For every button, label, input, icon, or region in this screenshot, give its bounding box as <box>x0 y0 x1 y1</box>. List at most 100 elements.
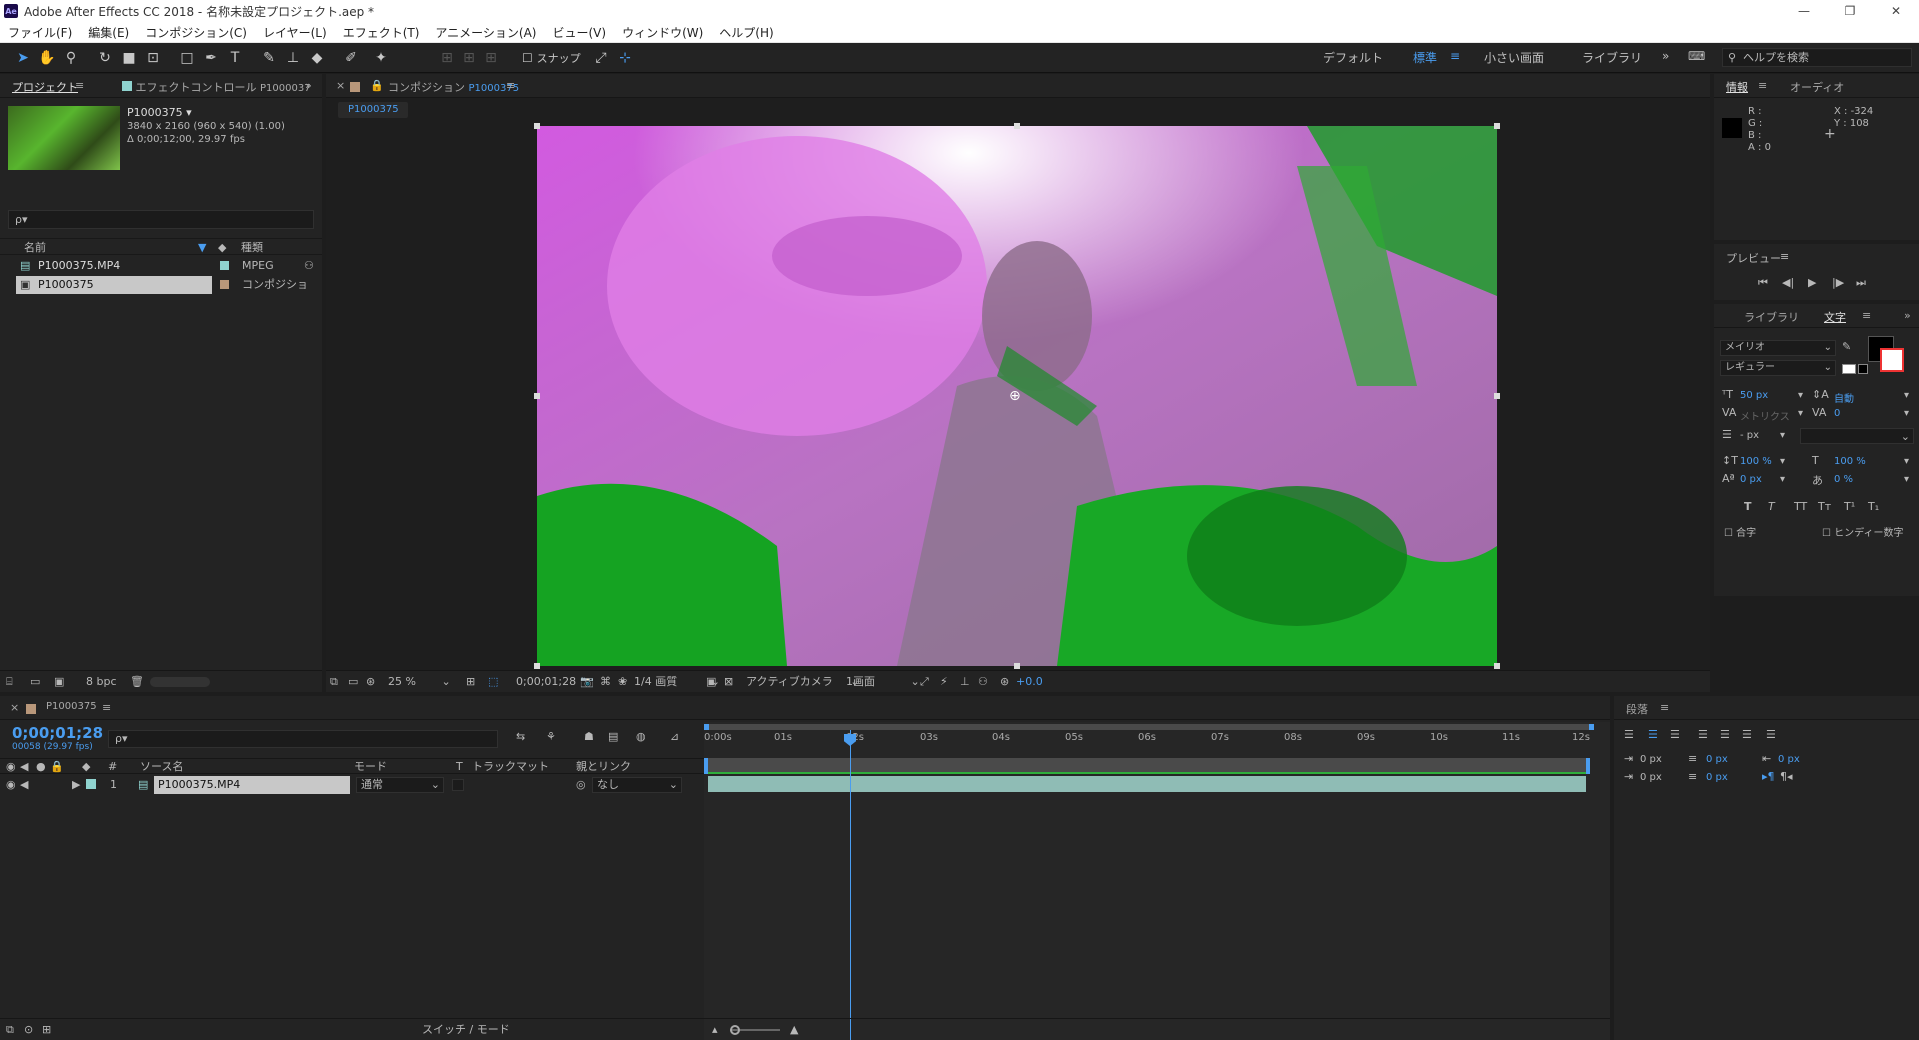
timeline-search-input[interactable]: ρ▾ <box>108 730 498 748</box>
more-workspaces-icon[interactable]: » <box>1662 49 1669 63</box>
font-size-value[interactable]: 50 px <box>1740 390 1768 401</box>
label-column-icon[interactable]: ◆ <box>82 758 90 775</box>
space-after-value[interactable]: 0 px <box>1706 772 1728 783</box>
toggle-pixel-aspect-icon[interactable]: ⤢ <box>920 673 929 690</box>
eyedropper-icon[interactable]: ✎ <box>1842 340 1851 353</box>
view-layout-dropdown[interactable]: 1画面 ⌄ <box>846 673 920 690</box>
indent-right-value[interactable]: 0 px <box>1778 754 1800 765</box>
comp-navigator-tab[interactable]: P1000375 <box>338 102 408 118</box>
column-parent[interactable]: 親とリンク <box>576 758 631 775</box>
current-time-display[interactable]: 0;00;01;28 <box>516 673 576 690</box>
eye-icon[interactable]: ◉ <box>6 776 16 793</box>
snap-grid-icon[interactable]: ⊹ <box>616 50 634 66</box>
superscript-button[interactable]: T¹ <box>1844 500 1855 513</box>
set-white-swatch[interactable] <box>1842 364 1856 374</box>
workspace-default[interactable]: デフォルト <box>1323 49 1383 66</box>
brush-tool-icon[interactable]: ✎ <box>260 50 278 66</box>
eye-icon[interactable]: ◉ <box>6 758 16 775</box>
minimize-button[interactable]: — <box>1781 0 1827 22</box>
chevron-down-icon[interactable]: ▾ <box>1780 474 1785 485</box>
menu-file[interactable]: ファイル(F) <box>0 24 80 41</box>
channels-icon[interactable]: ❀ <box>618 673 627 690</box>
interpret-footage-icon[interactable]: ⌸ <box>6 673 13 690</box>
horizontal-scale-value[interactable]: 100 % <box>1834 456 1866 467</box>
justify-all-icon[interactable]: ☰ <box>1766 728 1776 741</box>
draft-3d-icon[interactable]: ⚘ <box>546 730 556 743</box>
stroke-color-swatch[interactable] <box>1880 348 1904 372</box>
time-ruler[interactable]: 0:00s 01s 02s 03s 04s 05s 06s 07s 08s 09… <box>704 732 1594 752</box>
faux-italic-button[interactable]: T <box>1768 500 1775 513</box>
project-row[interactable]: ▣ P1000375 コンポジショ <box>0 276 322 294</box>
parent-dropdown[interactable]: なし ⌄ <box>592 777 682 793</box>
transform-handle[interactable] <box>534 123 540 129</box>
zoom-slider-thumb[interactable] <box>730 1025 740 1035</box>
panel-menu-icon[interactable]: ≡ <box>1660 701 1669 714</box>
workspace-library[interactable]: ライブラリ <box>1582 49 1642 66</box>
indent-left-value[interactable]: 0 px <box>1640 754 1662 765</box>
preserve-transparency-checkbox[interactable] <box>452 779 464 791</box>
hindi-digits-checkbox[interactable]: ☐ ヒンディー数字 <box>1822 524 1903 539</box>
menu-view[interactable]: ビュー(V) <box>544 24 614 41</box>
tab-composition[interactable]: コンポジション P1000375 <box>388 79 519 95</box>
anchor-point-icon[interactable]: ⊕ <box>1009 388 1021 404</box>
transparency-grid-icon[interactable]: ⊠ <box>724 673 733 690</box>
stroke-type-dropdown[interactable]: ⌄ <box>1800 428 1914 444</box>
help-search-input[interactable]: ⚲ ヘルプを検索 <box>1722 48 1912 67</box>
label-column-icon[interactable]: ◆ <box>218 239 226 256</box>
audio-icon[interactable]: ◀ <box>20 758 28 775</box>
clone-stamp-tool-icon[interactable]: ⊥ <box>284 50 302 66</box>
chevron-down-icon[interactable]: ▾ <box>1904 390 1909 401</box>
paragraph-title[interactable]: 段落 <box>1626 701 1648 717</box>
timeline-current-time[interactable]: 0;00;01;28 <box>12 724 103 742</box>
menu-help[interactable]: ヘルプ(H) <box>711 24 781 41</box>
snapshot-camera-icon[interactable]: 📷 <box>580 673 594 690</box>
column-mode[interactable]: モード <box>354 758 387 775</box>
transfer-controls-icon[interactable]: ⊙ <box>24 1021 33 1038</box>
menu-layer[interactable]: レイヤー(L) <box>255 24 335 41</box>
comp-mini-flowchart-icon[interactable]: ⇆ <box>516 730 525 743</box>
toggle-mask-icon[interactable]: ⊛ <box>366 673 375 690</box>
mask-path-icon[interactable]: ⬚ <box>488 673 498 690</box>
vertical-scale-value[interactable]: 100 % <box>1740 456 1772 467</box>
tab-library[interactable]: ライブラリ <box>1744 309 1799 325</box>
subscript-button[interactable]: T₁ <box>1868 500 1879 513</box>
vr-icon[interactable]: ▭ <box>348 673 358 690</box>
rtl-direction-icon[interactable]: ¶◂ <box>1780 770 1793 783</box>
align-left-icon[interactable]: ☰ <box>1624 728 1634 741</box>
align-right-icon[interactable]: ☰ <box>1670 728 1680 741</box>
navigator-handles[interactable] <box>704 724 1594 730</box>
panel-menu-icon[interactable]: ≡ <box>102 701 111 714</box>
project-item-name[interactable]: P1000375 ▾ <box>127 106 192 119</box>
bit-depth-button[interactable]: 8 bpc <box>86 673 117 690</box>
in-out-icon[interactable]: ⊞ <box>42 1021 51 1038</box>
close-window-button[interactable]: ✕ <box>1873 0 1919 22</box>
project-search-input[interactable]: ρ▾ <box>8 210 314 229</box>
transform-handle[interactable] <box>1494 123 1500 129</box>
font-family-dropdown[interactable]: メイリオ ⌄ <box>1720 340 1836 356</box>
expand-arrow-icon[interactable]: ▶ <box>72 776 80 793</box>
menu-composition[interactable]: コンポジション(C) <box>137 24 255 41</box>
justify-left-icon[interactable]: ☰ <box>1698 728 1708 741</box>
tab-info[interactable]: 情報 <box>1726 79 1748 95</box>
layer-switches-icon[interactable]: ⧉ <box>6 1021 14 1038</box>
solo-icon[interactable]: ● <box>36 758 46 775</box>
shy-layers-icon[interactable]: ☗ <box>584 730 594 743</box>
column-track-matte[interactable]: トラックマット <box>472 758 549 775</box>
previous-frame-icon[interactable]: ◀| <box>1782 276 1794 289</box>
tsume-value[interactable]: 0 % <box>1834 474 1853 485</box>
zoom-out-icon[interactable]: ▴ <box>712 1021 718 1038</box>
layer-row[interactable]: ◉ ◀ ▶ 1 ▤ P1000375.MP4 通常 ⌄ ◎ なし ⌄ <box>0 776 704 794</box>
eraser-tool-icon[interactable]: ◆ <box>308 50 326 66</box>
font-style-dropdown[interactable]: レギュラー ⌄ <box>1720 360 1836 376</box>
puppet-tool-icon[interactable]: ✦ <box>372 50 390 66</box>
tracking-value[interactable]: 0 <box>1834 408 1840 419</box>
pan-behind-tool-icon[interactable]: ⊡ <box>144 50 162 66</box>
stroke-width-value[interactable]: - px <box>1740 430 1759 441</box>
restore-button[interactable]: ❐ <box>1827 0 1873 22</box>
region-of-interest-icon[interactable]: ▣ <box>706 673 716 690</box>
small-caps-button[interactable]: Tт <box>1818 500 1831 513</box>
ligature-checkbox[interactable]: ☐ 合字 <box>1724 524 1756 539</box>
project-row[interactable]: ▤ P1000375.MP4 MPEG ⚇ <box>0 257 322 275</box>
new-composition-icon[interactable]: ▣ <box>54 673 64 690</box>
close-tab-icon[interactable]: × <box>336 79 345 92</box>
